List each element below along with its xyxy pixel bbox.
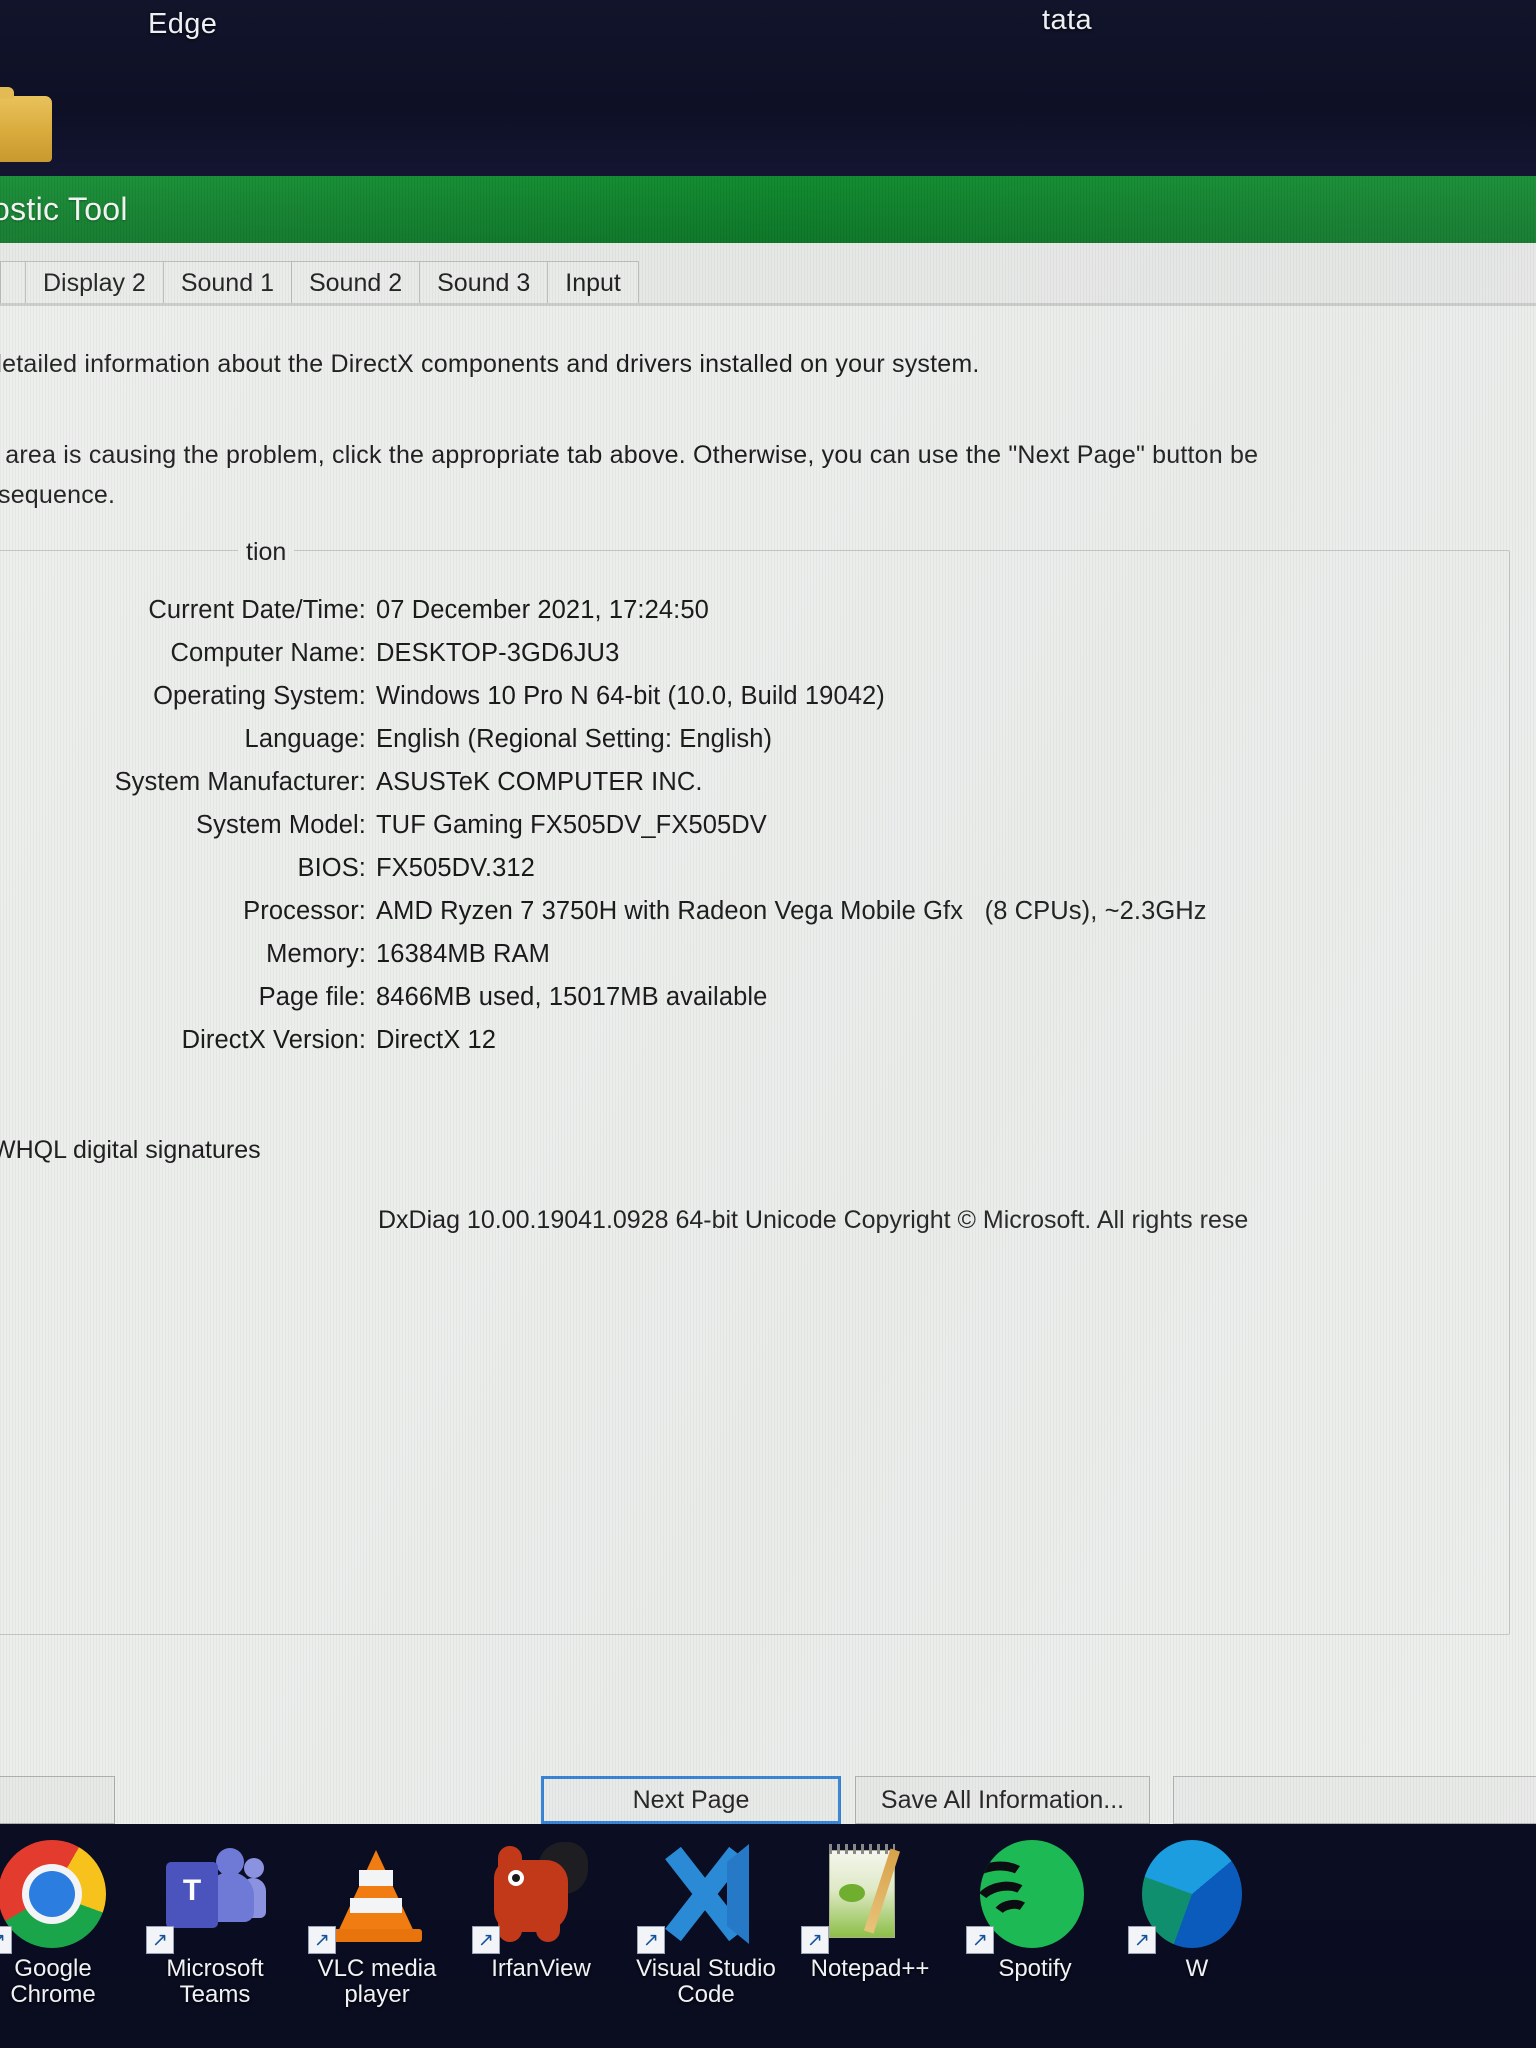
shortcut-arrow-icon: ↗ (472, 1926, 500, 1954)
vlc-media-player-icon: ↗ (308, 1840, 432, 1954)
intro-text-line-1: detailed information about the DirectX c… (0, 350, 980, 378)
table-row: Page file: 8466MB used, 15017MB availabl… (0, 983, 1536, 1026)
window-button-bar: Next Page Save All Information... (0, 1776, 1536, 1824)
row-label: DirectX Version: (181, 1026, 366, 1054)
notepad-plus-plus-icon: ↗ (801, 1840, 925, 1954)
row-label: System Model: (196, 811, 366, 839)
row-value: AMD Ryzen 7 3750H with Radeon Vega Mobil… (376, 897, 1207, 925)
row-value: TUF Gaming FX505DV_FX505DV (376, 811, 767, 839)
table-row: System Model: TUF Gaming FX505DV_FX505DV (0, 811, 1536, 854)
row-label: Memory: (266, 940, 366, 968)
intro-text-line-3: sequence. (0, 481, 116, 509)
row-label: Current Date/Time: (148, 596, 366, 624)
desktop-icon-label: Notepad++ (810, 1955, 930, 1982)
desktop-icon-visual-studio-code[interactable]: ↗ Visual Studio Code (631, 1840, 781, 2008)
tab-sound-3[interactable]: Sound 3 (419, 261, 549, 305)
desktop-icon-label-edge[interactable]: Edge (148, 8, 217, 41)
desktop-icon-label: W (1185, 1955, 1209, 1982)
desktop-icon-vlc-media-player[interactable]: ↗ VLC media player (302, 1840, 452, 2008)
desktop-icon-label-tata[interactable]: tata (1042, 4, 1092, 37)
folder-icon[interactable] (0, 87, 52, 162)
desktop-icon-label: Google Chrome (10, 1955, 96, 2008)
save-all-information-button[interactable]: Save All Information... (855, 1776, 1150, 1824)
shortcut-arrow-icon: ↗ (637, 1926, 665, 1954)
microsoft-edge-icon: ↗ (1128, 1840, 1252, 1954)
desktop-icon-label: Microsoft Teams (166, 1955, 264, 2008)
desktop-icon-spotify[interactable]: ↗ Spotify (960, 1840, 1110, 1982)
desktop-icon-label: IrfanView (491, 1955, 591, 1982)
desktop-background-top: Edge tata (0, 0, 1536, 182)
row-label: BIOS: (297, 854, 366, 882)
tab-input[interactable]: Input (547, 261, 639, 305)
table-row: Processor: AMD Ryzen 7 3750H with Radeon… (0, 897, 1536, 940)
desktop-icon-label: Spotify (998, 1955, 1072, 1982)
exit-button[interactable] (1173, 1776, 1536, 1824)
table-row: BIOS: FX505DV.312 (0, 854, 1536, 897)
shortcut-arrow-icon: ↗ (966, 1926, 994, 1954)
dxdiag-window: ostic Tool Display 2 Sound 1 Sound 2 Sou… (0, 176, 1536, 1824)
tab-partial-left[interactable] (0, 261, 26, 305)
spotify-icon: ↗ (966, 1840, 1090, 1954)
window-title-bar: ostic Tool (0, 176, 1536, 243)
table-row: System Manufacturer: ASUSTeK COMPUTER IN… (0, 768, 1536, 811)
row-value: 8466MB used, 15017MB available (376, 983, 768, 1011)
table-row: Memory: 16384MB RAM (0, 940, 1536, 983)
row-label: Page file: (258, 983, 366, 1011)
system-information-table: Current Date/Time: 07 December 2021, 17:… (0, 596, 1536, 1069)
desktop-icon-google-chrome[interactable]: ↗ Google Chrome (0, 1840, 128, 2008)
desktop-icon-notepad-plus-plus[interactable]: ↗ Notepad++ (795, 1840, 945, 1982)
shortcut-arrow-icon: ↗ (801, 1926, 829, 1954)
desktop-background-bottom: ↗ Google Chrome ↗ Microsoft Teams ↗ VLC … (0, 1824, 1536, 2048)
irfanview-icon: ↗ (472, 1840, 596, 1954)
row-value: DESKTOP-3GD6JU3 (376, 639, 620, 667)
row-value: Windows 10 Pro N 64-bit (10.0, Build 190… (376, 682, 885, 710)
row-value: English (Regional Setting: English) (376, 725, 773, 753)
table-row: DirectX Version: DirectX 12 (0, 1026, 1536, 1069)
window-title: ostic Tool (0, 191, 128, 227)
table-row: Language: English (Regional Setting: Eng… (0, 725, 1536, 768)
copyright-text: DxDiag 10.00.19041.0928 64-bit Unicode C… (378, 1206, 1249, 1234)
shortcut-arrow-icon: ↗ (1128, 1926, 1156, 1954)
table-row: Current Date/Time: 07 December 2021, 17:… (0, 596, 1536, 639)
row-label: Language: (244, 725, 366, 753)
table-row: Operating System: Windows 10 Pro N 64-bi… (0, 682, 1536, 725)
system-information-legend: tion (238, 538, 295, 567)
row-value: 16384MB RAM (376, 940, 551, 968)
table-row: Computer Name: DESKTOP-3GD6JU3 (0, 639, 1536, 682)
row-value: 07 December 2021, 17:24:50 (376, 596, 709, 624)
tab-display-2[interactable]: Display 2 (25, 261, 164, 305)
row-label: System Manufacturer: (114, 768, 366, 796)
row-label: Processor: (243, 897, 366, 925)
row-value: FX505DV.312 (376, 854, 535, 882)
row-label: Operating System: (153, 682, 366, 710)
shortcut-arrow-icon: ↗ (308, 1926, 336, 1954)
microsoft-teams-icon: ↗ (146, 1840, 270, 1954)
visual-studio-code-icon: ↗ (637, 1840, 761, 1954)
tab-sound-1[interactable]: Sound 1 (162, 261, 292, 305)
desktop-icon-row: ↗ Google Chrome ↗ Microsoft Teams ↗ VLC … (0, 1824, 1536, 2048)
row-value: DirectX 12 (376, 1026, 497, 1054)
whql-checkbox-label[interactable]: WHQL digital signatures (0, 1136, 261, 1165)
intro-text-line-2: n area is causing the problem, click the… (0, 441, 1259, 469)
tab-row: Display 2 Sound 1 Sound 2 Sound 3 Input (0, 259, 639, 305)
shortcut-arrow-icon: ↗ (0, 1926, 12, 1954)
tab-sound-2[interactable]: Sound 2 (290, 261, 421, 305)
shortcut-arrow-icon: ↗ (146, 1926, 174, 1954)
tab-panel-system: detailed information about the DirectX c… (0, 306, 1536, 1776)
desktop-icon-microsoft-teams[interactable]: ↗ Microsoft Teams (140, 1840, 290, 2008)
tab-strip: Display 2 Sound 1 Sound 2 Sound 3 Input (0, 243, 1536, 305)
desktop-icon-microsoft-edge[interactable]: ↗ W (1122, 1840, 1272, 1982)
help-button[interactable] (0, 1776, 115, 1824)
desktop-icon-irfanview[interactable]: ↗ IrfanView (466, 1840, 616, 1982)
next-page-button[interactable]: Next Page (541, 1776, 841, 1824)
row-label: Computer Name: (170, 639, 366, 667)
desktop-icon-label: Visual Studio Code (636, 1955, 776, 2008)
desktop-icon-label: VLC media player (317, 1955, 437, 2008)
row-value: ASUSTeK COMPUTER INC. (376, 768, 703, 796)
google-chrome-icon: ↗ (0, 1840, 108, 1954)
